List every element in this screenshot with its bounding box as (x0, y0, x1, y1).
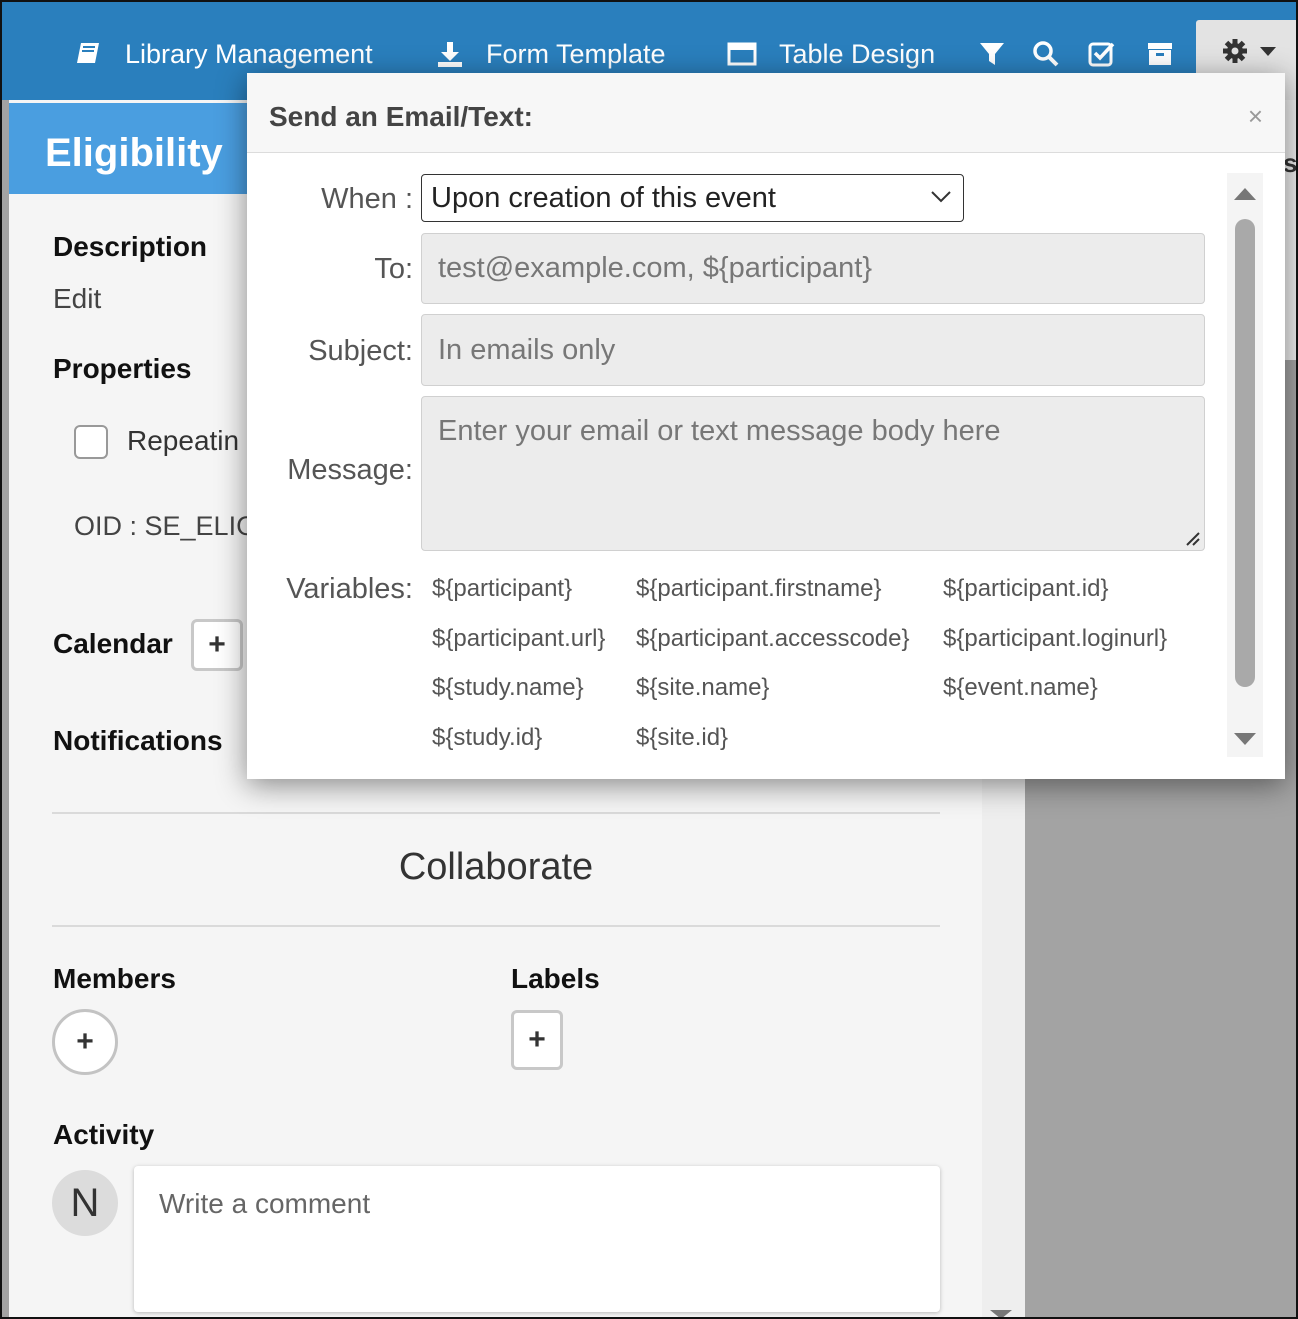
add-label-button[interactable]: + (511, 1010, 563, 1070)
event-title-header: Eligibility (9, 103, 269, 194)
variable-item[interactable]: ${participant} (432, 575, 572, 603)
to-label: To: (374, 253, 413, 285)
modal-title: Send an Email/Text: (269, 101, 533, 132)
variable-item[interactable]: ${site.id} (636, 724, 728, 752)
avatar: N (52, 1170, 118, 1236)
resize-handle-icon[interactable] (1183, 529, 1201, 547)
message-textarea[interactable]: Enter your email or text message body he… (421, 396, 1205, 551)
page-title: Eligibility (45, 131, 223, 175)
properties-heading: Properties (53, 353, 192, 384)
book-icon (77, 43, 99, 63)
notifications-heading: Notifications (53, 725, 223, 756)
members-heading: Members (53, 963, 176, 994)
comment-placeholder: Write a comment (159, 1188, 371, 1219)
variable-item[interactable]: ${participant.accesscode} (636, 625, 910, 653)
to-input[interactable]: test@example.com, ${participant} (421, 233, 1205, 304)
window-icon (727, 42, 757, 66)
variable-item[interactable]: ${participant.id} (943, 575, 1108, 603)
oid-text: OID : SE_ELIG (74, 511, 258, 541)
repeating-label: Repeatin (127, 425, 240, 456)
scrollbar-thumb[interactable] (1235, 219, 1255, 687)
variables-label: Variables: (286, 573, 413, 605)
variable-item[interactable]: ${participant.firstname} (636, 575, 881, 603)
description-heading: Description (53, 231, 208, 262)
plus-icon: + (528, 1023, 546, 1056)
nav-form-template-label: Form Template (486, 38, 666, 69)
message-placeholder: Enter your email or text message body he… (438, 415, 1001, 447)
collaborate-heading: Collaborate (398, 846, 594, 888)
labels-heading: Labels (511, 963, 600, 994)
repeating-checkbox[interactable] (74, 425, 108, 459)
download-icon (438, 42, 462, 67)
search-icon[interactable] (1030, 38, 1062, 70)
plus-icon: + (208, 628, 226, 661)
close-icon[interactable]: × (1248, 101, 1263, 132)
variable-item[interactable]: ${participant.url} (432, 625, 605, 653)
scroll-down-arrow-icon[interactable] (1234, 733, 1256, 745)
to-placeholder: test@example.com, ${participant} (438, 252, 873, 284)
plus-icon: + (76, 1025, 94, 1058)
variable-item[interactable]: ${study.name} (432, 674, 584, 702)
comment-input[interactable]: Write a comment (134, 1166, 940, 1312)
when-label: When : (321, 183, 413, 215)
gear-icon (1223, 39, 1247, 63)
nav-library-label: Library Management (125, 38, 373, 69)
chevron-down-icon (931, 191, 951, 203)
add-calendar-button[interactable]: + (191, 619, 243, 671)
filter-icon[interactable] (976, 38, 1008, 70)
subject-label: Subject: (308, 335, 413, 367)
calendar-heading: Calendar (53, 628, 173, 659)
variable-item[interactable]: ${participant.loginurl} (943, 625, 1167, 653)
check-square-icon[interactable] (1086, 38, 1118, 70)
caret-down-icon (1260, 47, 1276, 56)
scroll-down-arrow-icon[interactable] (990, 1310, 1012, 1319)
background-panel-text: s (1283, 148, 1298, 178)
nav-library-management[interactable]: Library Management (75, 34, 373, 74)
send-email-modal: Send an Email/Text: × When : Upon creati… (247, 73, 1285, 779)
avatar-initial: N (70, 1180, 100, 1225)
scroll-up-arrow-icon[interactable] (1234, 188, 1256, 200)
add-member-button[interactable]: + (52, 1009, 118, 1075)
nav-form-template[interactable]: Form Template (436, 34, 666, 74)
variable-item[interactable]: ${event.name} (943, 674, 1098, 702)
subject-placeholder: In emails only (438, 334, 616, 366)
modal-scrollbar[interactable] (1227, 173, 1263, 757)
activity-heading: Activity (53, 1119, 155, 1150)
nav-table-design[interactable]: Table Design (727, 34, 935, 74)
message-label: Message: (287, 454, 413, 486)
divider (52, 925, 940, 927)
nav-table-design-label: Table Design (779, 38, 936, 69)
archive-icon[interactable] (1144, 38, 1176, 70)
variable-item[interactable]: ${site.name} (636, 674, 769, 702)
divider (52, 812, 940, 814)
when-select[interactable]: Upon creation of this event (421, 174, 964, 222)
description-edit-link[interactable]: Edit (53, 283, 101, 315)
subject-input[interactable]: In emails only (421, 314, 1205, 386)
modal-header: Send an Email/Text: × (247, 73, 1285, 153)
variable-item[interactable]: ${study.id} (432, 724, 542, 752)
when-selected-value: Upon creation of this event (431, 182, 776, 214)
